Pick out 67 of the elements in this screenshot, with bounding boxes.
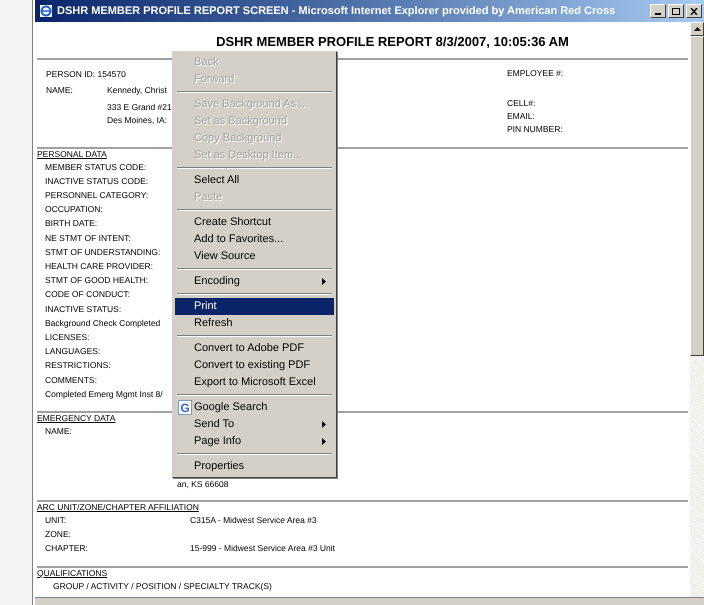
browser-icon xyxy=(39,4,53,18)
submenu-arrow-icon xyxy=(322,278,326,285)
close-icon xyxy=(690,8,698,14)
menu-item[interactable]: Select All xyxy=(175,172,334,189)
submenu-arrow-icon xyxy=(322,421,326,428)
section-heading: EMERGENCY DATA xyxy=(37,413,116,424)
field-label: EMPLOYEE #: xyxy=(507,67,564,80)
menu-item[interactable]: Page Info xyxy=(175,433,334,450)
menu-item[interactable]: Encoding xyxy=(175,273,334,290)
section-heading: QUALIFICATIONS xyxy=(37,568,108,579)
field-label: STMT OF UNDERSTANDING: xyxy=(45,246,162,259)
field-label: HEALTH CARE PROVIDER: xyxy=(45,260,154,273)
field-label: CELL#: xyxy=(507,97,536,110)
column-heading: GROUP / ACTIVITY / POSITION / SPECIALTY TRACK(S) xyxy=(53,580,272,592)
menu-item[interactable]: Export to Microsoft Excel xyxy=(175,374,334,391)
submenu-arrow-icon xyxy=(322,438,326,445)
name-line: Kennedy, Christ xyxy=(107,84,168,97)
menu-item[interactable]: Convert to existing PDF xyxy=(175,357,334,374)
report-title: DSHR MEMBER PROFILE REPORT 8/3/2007, 10:05:36 AM xyxy=(216,34,569,49)
field-label: ZONE: xyxy=(45,528,72,542)
window-title: DSHR MEMBER PROFILE REPORT SCREEN - Microsoft Internet Explorer provided by American Red Cross xyxy=(57,4,616,19)
scroll-up-icon xyxy=(694,27,700,31)
menu-item[interactable]: Create Shortcut xyxy=(175,214,334,231)
menu-item[interactable]: Properties xyxy=(175,458,334,475)
field-label: UNIT: xyxy=(45,514,68,527)
field-value: C315A - Midwest Service Area #3 xyxy=(190,514,317,527)
section-heading: ARC UNIT/ZONE/CHAPTER AFFILIATION xyxy=(37,502,199,514)
close-button[interactable] xyxy=(686,4,702,18)
menu-item[interactable]: Send To xyxy=(175,416,334,433)
scrollbar[interactable] xyxy=(690,22,704,597)
menu-item[interactable]: Refresh xyxy=(175,315,334,332)
field-label: RESTRICTIONS: xyxy=(45,359,112,372)
scroll-thumb[interactable] xyxy=(690,36,704,356)
field-value: 15-999 - Midwest Service Area #3 Unit xyxy=(190,542,336,556)
note-text: Background Check Completed xyxy=(45,316,160,330)
field-label: PERSONNEL CATEGORY: xyxy=(45,189,150,202)
field-label: INACTIVE STATUS: xyxy=(45,302,122,316)
google-icon: G xyxy=(178,400,192,415)
menu-item[interactable]: Convert to Adobe PDF xyxy=(175,340,334,357)
field-label: PIN NUMBER: xyxy=(507,123,563,136)
field-label: LICENSES: xyxy=(45,330,90,344)
section-heading: PERSONAL DATA xyxy=(37,149,107,160)
menu-item[interactable]: Print xyxy=(175,298,334,315)
field-label: CHAPTER: xyxy=(45,542,89,556)
person-id: PERSON ID: 154570 xyxy=(46,68,126,81)
minimize-button[interactable] xyxy=(650,4,666,18)
field-label: COMMENTS: xyxy=(45,374,98,386)
field-label: BIRTH DATE: xyxy=(45,217,98,230)
field-label: NAME: xyxy=(46,84,74,97)
name-line: Des Moines, IA: xyxy=(107,114,168,127)
menu-item[interactable]: Add to Favorites... xyxy=(175,231,334,248)
field-label: OCCUPATION: xyxy=(45,203,104,216)
field-label: NE STMT OF INTENT: xyxy=(45,232,132,244)
maximize-icon xyxy=(672,8,680,14)
field-label: LANGUAGES: xyxy=(45,345,102,358)
field-label: STMT OF GOOD HEALTH: xyxy=(45,274,150,287)
menu-item[interactable]: View Source xyxy=(175,248,334,265)
menu-item[interactable]: G Google Search xyxy=(175,399,334,416)
note-text: Completed Emerg Mgmt Inst 8/ xyxy=(45,388,163,400)
field-label: CODE OF CONDUCT: xyxy=(45,288,131,302)
field-label: EMAIL: xyxy=(507,110,535,123)
field-label: INACTIVE STATUS CODE: xyxy=(45,174,150,188)
field-label: NAME: xyxy=(45,424,73,438)
field-label: MEMBER STATUS CODE: xyxy=(45,160,148,174)
name-line: 333 E Grand #21 xyxy=(107,101,172,114)
maximize-button[interactable] xyxy=(668,4,684,18)
address-text: an, KS 66608 xyxy=(177,478,229,490)
